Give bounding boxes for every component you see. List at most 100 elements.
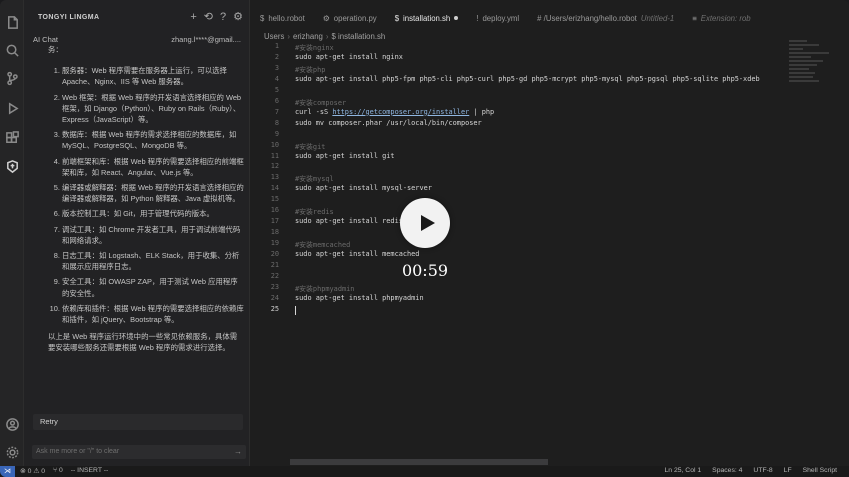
sidebar-toolbar: + ⟲ ? ⚙ (190, 10, 243, 24)
code-comment: #安装mysql (295, 175, 334, 184)
code-comment: #安装composer (295, 98, 347, 107)
tongyi-lingma-icon[interactable] (4, 158, 20, 174)
code-comment: #安装redis (295, 208, 334, 217)
tab-operation-py[interactable]: ⚙ operation.py (314, 8, 386, 28)
code-comment: #安装phpmyadmin (295, 284, 355, 293)
line-number: 11 (270, 151, 279, 160)
indentation[interactable]: Spaces: 4 (712, 467, 742, 474)
play-icon (420, 215, 435, 231)
problems-indicator[interactable]: ⊗ 0 ⚠ 0 (20, 467, 45, 475)
line-number: 18 (270, 228, 279, 237)
shell-file-icon: $ (394, 13, 400, 23)
tab-label: installation.sh (403, 13, 451, 23)
video-time: 00:59 (401, 261, 449, 280)
line-ending[interactable]: LF (784, 467, 792, 474)
extension-icon: ≡ (692, 13, 697, 23)
retry-bar: Retry (33, 414, 243, 430)
list-item: Web 框架：根据 Web 程序的开发语言选择相应的 Web 框架，如 Djan… (62, 92, 244, 126)
tab-deploy-yml[interactable]: ! deploy.yml (467, 8, 528, 28)
list-item: 数据库：根据 Web 程序的需求选择相应的数据库，如 MySQL、Postgre… (62, 129, 244, 151)
play-button[interactable] (400, 198, 450, 248)
code-link[interactable]: https://getcomposer.org/installer (332, 108, 469, 116)
line-number: 20 (270, 250, 279, 259)
list-item: 服务器：Web 程序需要在服务器上运行，可以选择 Apache、Nginx、II… (62, 65, 244, 87)
unsaved-dot-icon[interactable] (454, 16, 459, 20)
chat-summary: 以上是 Web 程序运行环境中的一些常见依赖服务，具体需要安装哪些服务还需要根据… (48, 332, 238, 353)
send-icon[interactable]: → (234, 447, 242, 456)
files-icon[interactable] (4, 14, 20, 30)
tab-label: Extension: rob (700, 13, 751, 23)
tab-label: operation.py (333, 13, 377, 23)
tab-label: hello.robot (268, 13, 305, 23)
settings-icon[interactable]: ⚙ (233, 10, 243, 24)
chat-message: 务： 服务器：Web 程序需要在服务器上运行，可以选择 Apache、Nginx… (38, 44, 244, 354)
code-line: sudo apt-get install mysql-server (295, 184, 432, 193)
breadcrumb-item[interactable]: $ installation.sh (332, 32, 386, 41)
history-icon[interactable]: ⟲ (204, 10, 213, 24)
run-debug-icon[interactable] (4, 100, 20, 116)
breadcrumb-item[interactable]: erizhang (293, 32, 323, 41)
code-line: sudo apt-get install git (295, 151, 395, 160)
line-number: 5 (274, 85, 279, 94)
chat-input-placeholder: Ask me more or "/" to clear (36, 448, 120, 455)
tab-label: deploy.yml (482, 13, 520, 23)
chat-input[interactable]: Ask me more or "/" to clear → (32, 445, 246, 459)
code-comment: #安装php (295, 65, 326, 74)
ai-chat-sidebar: TONGYI LINGMA + ⟲ ? ⚙ AI Chat zhang.l***… (24, 0, 250, 466)
encoding[interactable]: UTF-8 (753, 467, 772, 474)
list-item: 安全工具：如 OWASP ZAP，用于测试 Web 应用程序的安全性。 (62, 276, 244, 298)
code-line: curl -sS https://getcomposer.org/install… (295, 107, 495, 116)
code-line: sudo apt-get install memcached (295, 250, 420, 259)
line-number: 10 (270, 140, 279, 149)
code-comment: #安装nginx (295, 44, 334, 52)
new-chat-icon[interactable]: + (190, 10, 196, 24)
extensions-icon[interactable] (4, 130, 20, 146)
text-cursor (295, 305, 296, 315)
activity-bar (0, 0, 24, 466)
list-item: 调试工具：如 Chrome 开发者工具，用于调试前端代码和网络请求。 (62, 224, 244, 246)
line-number: 16 (270, 206, 279, 215)
language-mode[interactable]: Shell Script (803, 467, 837, 474)
breadcrumb: Users › erizhang › $ installation.sh (264, 32, 386, 41)
line-number: 4 (274, 74, 279, 83)
list-item: 前端框架和库：根据 Web 程序的需要选择相应的前端框架和库，如 React、A… (62, 156, 244, 178)
python-file-icon: ⚙ (322, 13, 330, 23)
settings-gear-icon[interactable] (4, 444, 20, 460)
horizontal-scrollbar[interactable] (290, 459, 548, 465)
tab-hello-robot[interactable]: $ hello.robot (251, 8, 314, 28)
code-line: sudo apt-get install phpmyadmin (295, 293, 424, 302)
code-editor[interactable]: 1 #安装nginx 2 sudo apt-get install nginx 3 #安装… (251, 42, 789, 462)
line-number: 3 (274, 63, 279, 72)
list-item: 日志工具：如 Logstash、ELK Stack，用于收集、分析和展示应用程序… (62, 250, 244, 272)
breadcrumb-item[interactable]: Users (264, 32, 284, 41)
tab-description: Untitled-1 (640, 13, 675, 23)
remote-indicator[interactable]: ⋊ (0, 466, 15, 477)
retry-button[interactable]: Retry (40, 417, 58, 426)
list-item: 依赖库和插件：根据 Web 程序的需要选择相应的依赖库和插件，如 jQuery、… (62, 303, 244, 325)
help-icon[interactable]: ? (220, 10, 226, 24)
minimap[interactable] (789, 40, 829, 100)
search-icon[interactable] (4, 42, 20, 58)
tab-untitled[interactable]: # /Users/erizhang/hello.robot Untitled-1 (528, 8, 683, 28)
line-number: 14 (270, 184, 279, 193)
tab-installation-sh[interactable]: $ installation.sh (386, 8, 468, 28)
line-number: 9 (274, 129, 279, 138)
line-number: 8 (274, 118, 279, 127)
code-line: sudo mv composer.phar /usr/local/bin/com… (295, 118, 482, 127)
ports-indicator[interactable]: ⑂ 0 (53, 467, 63, 475)
yaml-file-icon: ! (476, 13, 479, 23)
source-control-icon[interactable] (4, 70, 20, 86)
line-number: 22 (270, 271, 279, 280)
code-comment: #安装memcached (295, 241, 351, 250)
cursor-position[interactable]: Ln 25, Col 1 (665, 467, 702, 474)
tab-extension[interactable]: ≡ Extension: rob (683, 8, 759, 28)
line-number: 12 (270, 162, 279, 171)
line-number: 13 (270, 173, 279, 182)
line-number: 19 (270, 239, 279, 248)
line-number: 17 (270, 217, 279, 226)
line-number: 1 (274, 42, 279, 50)
code-line: sudo apt-get install php5-fpm php5-cli p… (295, 74, 760, 83)
list-item: 版本控制工具：如 Git，用于管理代码的版本。 (62, 208, 244, 219)
account-icon[interactable] (4, 416, 20, 432)
file-type-icon: $ (260, 13, 265, 23)
